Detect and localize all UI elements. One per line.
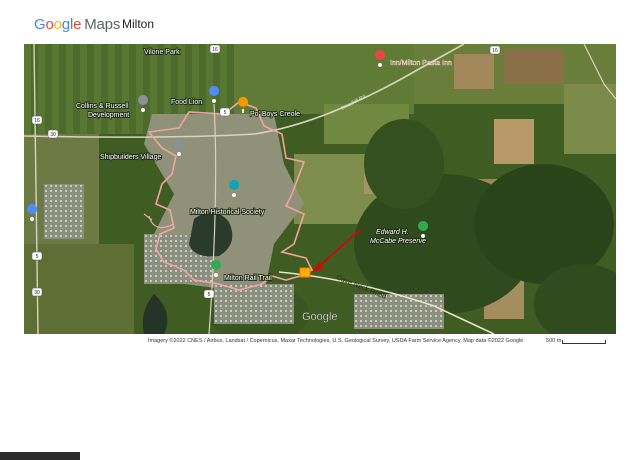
- google-maps-logo[interactable]: Google Maps: [34, 16, 120, 33]
- subdivision: [44, 184, 84, 239]
- route-shield: 16: [209, 44, 221, 54]
- map-label-po-boys[interactable]: Po' Boys Creole: [249, 110, 301, 119]
- route-shield-label: 16: [34, 118, 40, 124]
- logo-letter: o: [45, 16, 54, 33]
- farmland: [504, 49, 564, 84]
- route-shield: 16: [31, 115, 43, 125]
- route-shield-label: 5: [224, 110, 227, 116]
- scale-label: 500 m: [546, 338, 562, 344]
- route-shield-label: 30: [34, 290, 40, 296]
- map-label-vilone-park[interactable]: Vilone Park: [143, 48, 181, 57]
- route-shield-label: 5: [208, 292, 211, 298]
- map-label-food-lion[interactable]: Food Lion: [170, 98, 203, 107]
- route-shield: 5: [203, 289, 215, 299]
- print-header-strip: [0, 0, 640, 6]
- subdivision: [354, 294, 444, 329]
- map-canvas[interactable]: 16 30 5 16 30 5 16 5 Vilone Park Collins…: [24, 44, 616, 334]
- logo-letter: e: [73, 16, 82, 33]
- route-shield: 16: [489, 45, 501, 55]
- forest: [364, 119, 444, 209]
- pond: [189, 212, 233, 257]
- map-label-rail-trail[interactable]: Milton Rail Trail: [223, 274, 273, 283]
- subdivision: [214, 284, 294, 324]
- farmland: [454, 54, 494, 89]
- route-shield-label: 16: [212, 47, 218, 53]
- logo-maps-word: Maps: [84, 16, 121, 33]
- logo-letter: G: [34, 16, 46, 33]
- place-title: Milton: [122, 17, 155, 31]
- farmland: [234, 44, 414, 114]
- map-label-milton-historical[interactable]: Milton Historical Society: [189, 208, 266, 217]
- parcel-marker[interactable]: [299, 267, 311, 278]
- route-shield: 5: [31, 251, 43, 261]
- farmland: [564, 84, 616, 154]
- route-shield: 30: [31, 287, 43, 297]
- logo-letter: g: [61, 16, 70, 33]
- maps-header: Google Maps Milton: [24, 8, 616, 40]
- google-watermark: Google: [302, 311, 337, 323]
- map-label-shipbuilders[interactable]: Shipbuilders Village: [99, 153, 162, 162]
- scale-bar: [562, 340, 606, 344]
- route-shield-label: 30: [50, 132, 56, 138]
- satellite-map[interactable]: 16 30 5 16 30 5 16 5 Vilone Park Collins…: [24, 44, 616, 334]
- farmland: [494, 119, 534, 164]
- map-label-inn[interactable]: Inn/Milton Pasta Inn: [390, 60, 452, 67]
- route-shield-label: 16: [492, 48, 498, 54]
- route-shield-label: 5: [36, 254, 39, 260]
- map-attribution: Imagery ©2022 CNES / Airbus, Landsat / C…: [148, 338, 524, 344]
- route-shield: 30: [47, 129, 59, 139]
- logo-letter: o: [53, 16, 62, 33]
- route-shield: 5: [219, 107, 231, 117]
- footer-logo: [0, 452, 80, 460]
